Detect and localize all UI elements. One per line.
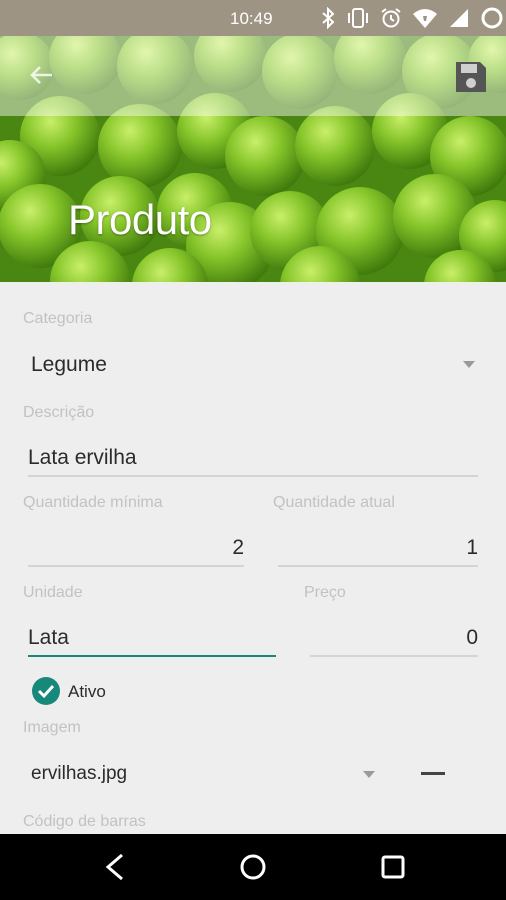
quantidade-atual-field[interactable]: 1 bbox=[278, 530, 478, 568]
page-title: Produto bbox=[68, 196, 212, 243]
quantidade-minima-field[interactable]: 2 bbox=[28, 530, 244, 568]
imagem-value: ervilhas.jpg bbox=[31, 763, 128, 784]
categoria-label: Categoria bbox=[23, 310, 93, 327]
recents-icon[interactable] bbox=[377, 851, 409, 883]
quantidade-atual-label: Quantidade atual bbox=[273, 494, 395, 511]
quantidade-atual-value: 1 bbox=[466, 536, 478, 559]
remove-image-button[interactable] bbox=[421, 772, 445, 775]
unidade-label: Unidade bbox=[23, 584, 83, 601]
check-icon bbox=[37, 684, 55, 699]
preco-value: 0 bbox=[466, 626, 478, 649]
battery-icon bbox=[481, 7, 503, 29]
header-image: Produto bbox=[0, 36, 506, 282]
quantidade-minima-value: 2 bbox=[232, 536, 244, 559]
codigo-barras-label: Código de barras bbox=[23, 813, 146, 830]
imagem-label: Imagem bbox=[23, 719, 81, 736]
categoria-select[interactable]: Legume bbox=[23, 345, 483, 385]
status-time: 10:49 bbox=[230, 9, 273, 28]
unidade-value: Lata bbox=[28, 626, 69, 649]
ativo-label: Ativo bbox=[68, 682, 106, 701]
chevron-down-icon bbox=[363, 771, 375, 778]
categoria-value: Legume bbox=[31, 353, 107, 376]
back-button[interactable] bbox=[26, 60, 56, 90]
quantidade-minima-label: Quantidade mínima bbox=[23, 494, 163, 511]
signal-icon bbox=[450, 9, 468, 27]
back-icon[interactable] bbox=[100, 851, 132, 883]
descricao-label: Descrição bbox=[23, 404, 95, 421]
descricao-value: Lata ervilha bbox=[28, 446, 137, 469]
navigation-bar bbox=[0, 834, 506, 900]
unidade-field[interactable]: Lata bbox=[28, 620, 276, 658]
save-button[interactable] bbox=[452, 58, 490, 96]
home-icon[interactable] bbox=[237, 851, 269, 883]
wifi-icon bbox=[413, 9, 437, 28]
preco-field[interactable]: 0 bbox=[310, 620, 478, 658]
status-bar: 10:49 bbox=[0, 0, 506, 36]
imagem-select[interactable]: ervilhas.jpg bbox=[23, 755, 383, 795]
descricao-field[interactable]: Lata ervilha bbox=[28, 440, 478, 478]
ativo-checkbox[interactable] bbox=[32, 677, 60, 705]
bluetooth-icon bbox=[322, 7, 335, 29]
chevron-down-icon bbox=[463, 361, 475, 368]
alarm-icon bbox=[381, 8, 401, 28]
preco-label: Preço bbox=[304, 584, 346, 601]
vibrate-icon bbox=[348, 8, 368, 28]
